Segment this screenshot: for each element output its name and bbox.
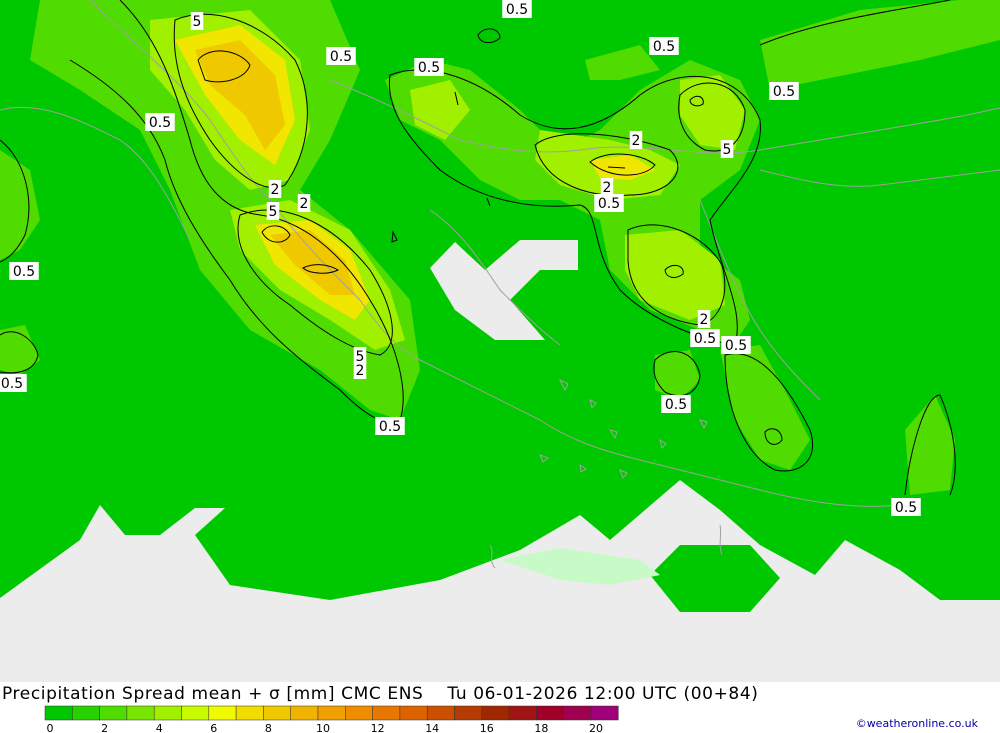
legend-swatch bbox=[563, 705, 592, 721]
svg-text:5: 5 bbox=[193, 14, 202, 30]
svg-text:0.5: 0.5 bbox=[598, 196, 620, 212]
legend-swatch bbox=[181, 705, 210, 721]
svg-text:5: 5 bbox=[269, 204, 278, 220]
legend-tick-label: 18 bbox=[534, 722, 548, 733]
contour-label: 0.5 bbox=[145, 113, 175, 131]
svg-text:0.5: 0.5 bbox=[653, 39, 675, 55]
legend-swatch bbox=[263, 705, 291, 721]
map-title: Precipitation Spread mean + σ [mm] CMC E… bbox=[2, 684, 759, 704]
legend-tick-label: 20 bbox=[589, 722, 603, 733]
contour-label: 2 bbox=[600, 178, 614, 196]
legend-tick-label: 4 bbox=[156, 722, 163, 733]
contour-label: 0.5 bbox=[414, 58, 444, 76]
legend-tick-label: 12 bbox=[371, 722, 385, 733]
legend-swatch bbox=[345, 705, 373, 721]
legend-swatch bbox=[235, 705, 264, 721]
contour-label: 2 bbox=[697, 310, 711, 328]
svg-text:0.5: 0.5 bbox=[1, 376, 23, 392]
legend-swatch bbox=[290, 705, 319, 721]
legend-swatch bbox=[508, 705, 537, 721]
contour-label: 0.5 bbox=[0, 374, 27, 392]
contour-label: 2 bbox=[629, 131, 643, 149]
color-legend: 0 2 4 6 8 10 12 14 16 18 20 bbox=[44, 705, 619, 733]
contour-label: 0.5 bbox=[502, 0, 532, 18]
legend-swatch bbox=[454, 705, 483, 721]
svg-text:0.5: 0.5 bbox=[725, 338, 747, 354]
svg-text:0.5: 0.5 bbox=[418, 60, 440, 76]
contour-label: 5 bbox=[190, 12, 204, 30]
legend-tick-label: 8 bbox=[265, 722, 272, 733]
legend-swatch bbox=[536, 705, 564, 721]
contour-label: 0.5 bbox=[891, 498, 921, 516]
svg-text:0.5: 0.5 bbox=[379, 419, 401, 435]
legend-tick-label: 6 bbox=[210, 722, 217, 733]
svg-text:0.5: 0.5 bbox=[13, 264, 35, 280]
contour-label: 0.5 bbox=[594, 194, 624, 212]
svg-text:2: 2 bbox=[271, 182, 280, 198]
precipitation-map: 0.5 0.5 0.5 0.5 0.5 0.5 0.5 0.5 0.5 0.5 0.5 0.5 0.5 0… bbox=[0, 0, 1000, 682]
contour-label: 0.5 bbox=[690, 329, 720, 347]
legend-tick-label: 0 bbox=[47, 722, 54, 733]
legend-swatch bbox=[481, 705, 510, 721]
svg-text:2: 2 bbox=[300, 196, 309, 212]
legend-tick-label: 10 bbox=[316, 722, 330, 733]
legend-tick-label: 16 bbox=[480, 722, 494, 733]
svg-text:0.5: 0.5 bbox=[506, 2, 528, 18]
contour-label: 2 bbox=[297, 194, 311, 212]
map-panel: 0.5 0.5 0.5 0.5 0.5 0.5 0.5 0.5 0.5 0.5 0.5 0.5 0.5 0… bbox=[0, 0, 1000, 733]
legend-swatch bbox=[153, 705, 182, 721]
contour-label: 5 bbox=[720, 140, 734, 158]
contour-label: 0.5 bbox=[769, 82, 799, 100]
contour-label: 0.5 bbox=[375, 417, 405, 435]
legend-swatch bbox=[44, 705, 73, 721]
legend-swatch bbox=[99, 705, 128, 721]
contour-label: 0.5 bbox=[326, 47, 356, 65]
svg-text:2: 2 bbox=[356, 363, 365, 379]
legend-swatch bbox=[399, 705, 428, 721]
contour-label: 0.5 bbox=[9, 262, 39, 280]
contour-label: 0.5 bbox=[661, 395, 691, 413]
contour-label: 5 bbox=[266, 202, 280, 220]
legend-tick-label: 14 bbox=[425, 722, 439, 733]
legend-swatch bbox=[426, 705, 455, 721]
legend-tick-label: 2 bbox=[101, 722, 108, 733]
contour-label: 0.5 bbox=[649, 37, 679, 55]
svg-text:2: 2 bbox=[603, 180, 612, 196]
legend-swatch bbox=[126, 705, 155, 721]
svg-text:2: 2 bbox=[700, 312, 709, 328]
svg-text:0.5: 0.5 bbox=[330, 49, 352, 65]
svg-text:0.5: 0.5 bbox=[665, 397, 687, 413]
legend-swatch bbox=[72, 705, 100, 721]
svg-text:0.5: 0.5 bbox=[149, 115, 171, 131]
svg-text:0.5: 0.5 bbox=[694, 331, 716, 347]
legend-swatch bbox=[590, 705, 619, 721]
legend-swatch bbox=[208, 705, 237, 721]
svg-text:2: 2 bbox=[632, 133, 641, 149]
credit-text: ©weatheronline.co.uk bbox=[855, 717, 978, 730]
svg-text:0.5: 0.5 bbox=[895, 500, 917, 516]
contour-label: 2 bbox=[268, 180, 282, 198]
legend-swatch bbox=[317, 705, 346, 721]
svg-text:5: 5 bbox=[723, 142, 732, 158]
svg-text:0.5: 0.5 bbox=[773, 84, 795, 100]
contour-label: 0.5 bbox=[721, 336, 751, 354]
contour-label: 2 bbox=[353, 361, 367, 379]
legend-swatch bbox=[372, 705, 401, 721]
